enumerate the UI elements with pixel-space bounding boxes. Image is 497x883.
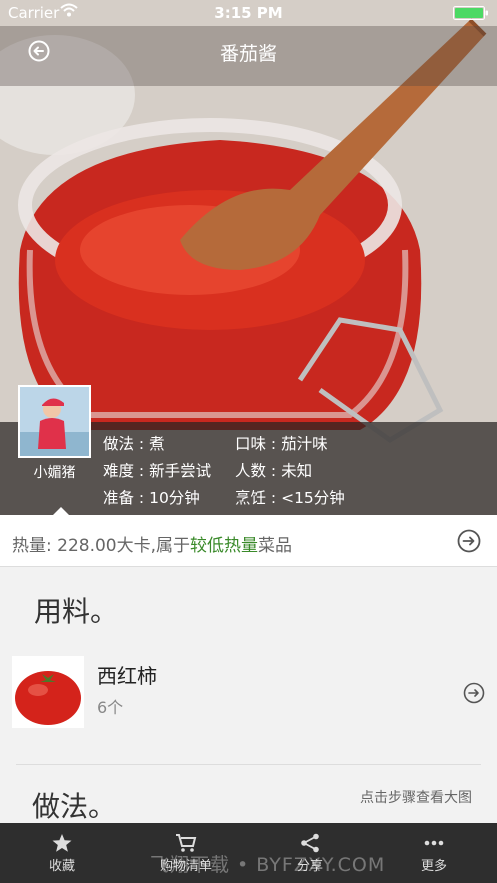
tab-more[interactable]: 更多 bbox=[372, 823, 496, 883]
clock: 3:15 PM bbox=[214, 4, 283, 22]
prep-time-info: 准备 : 10分钟 bbox=[103, 489, 200, 507]
calorie-level: 较低热量 bbox=[190, 536, 259, 556]
servings-info: 人数 : 未知 bbox=[235, 462, 313, 480]
watermark-text: 飞翔下载 • BYFZXY.COM bbox=[150, 854, 386, 876]
cook-time-info: 烹饪 : <15分钟 bbox=[235, 489, 345, 507]
arrow-right-circle-icon[interactable] bbox=[457, 529, 481, 553]
calorie-row[interactable]: 热量: 228.00大卡,属于较低热量菜品 bbox=[0, 515, 497, 567]
calorie-suffix: 菜品 bbox=[258, 536, 293, 556]
tomato-image bbox=[12, 656, 84, 728]
ingredient-quantity: 6个 bbox=[97, 698, 124, 717]
tab-label: 更多 bbox=[420, 859, 447, 874]
arrow-right-circle-icon[interactable] bbox=[463, 682, 485, 704]
calorie-text: 热量: 228.00大卡,属于较低热量菜品 bbox=[12, 531, 292, 556]
tab-favorite[interactable]: 收藏 bbox=[0, 823, 124, 883]
author-avatar[interactable] bbox=[18, 385, 91, 458]
star-icon bbox=[52, 834, 72, 852]
ingredient-item[interactable]: 西红柿 6个 bbox=[0, 648, 497, 738]
method-info: 做法 : 煮 bbox=[103, 435, 165, 453]
steps-hint: 点击步骤查看大图 bbox=[360, 790, 472, 806]
ingredient-name: 西红柿 bbox=[97, 664, 157, 688]
author-name[interactable]: 小媚猪 bbox=[18, 462, 91, 482]
battery-icon bbox=[453, 6, 488, 20]
pointer-notch bbox=[52, 507, 70, 516]
nav-bar: 番茄酱 bbox=[0, 26, 497, 86]
status-bar: Carrier 3:15 PM bbox=[0, 0, 497, 26]
steps-heading: 做法。 bbox=[32, 790, 117, 823]
calorie-prefix: 热量: 228.00大卡,属于 bbox=[12, 536, 191, 556]
ingredients-heading: 用料。 bbox=[34, 595, 119, 628]
more-icon bbox=[424, 840, 444, 846]
tab-label: 收藏 bbox=[48, 859, 75, 874]
section-divider bbox=[16, 764, 481, 765]
page-title: 番茄酱 bbox=[219, 43, 277, 65]
difficulty-info: 难度 : 新手尝试 bbox=[103, 462, 212, 480]
taste-info: 口味 : 茄汁味 bbox=[235, 435, 328, 453]
